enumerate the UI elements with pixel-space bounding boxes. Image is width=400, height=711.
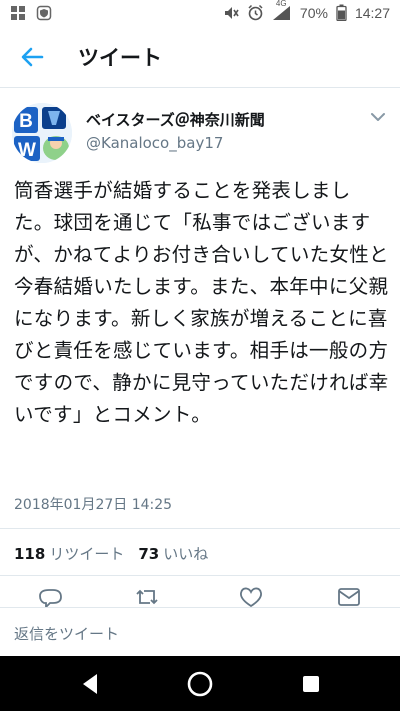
status-right: 4G 70% 14:27 [223, 0, 390, 21]
author-handle[interactable]: @Kanaloco_bay17 [86, 134, 223, 152]
clock: 14:27 [354, 4, 390, 21]
retweet-icon[interactable] [134, 587, 160, 607]
chevron-down-icon[interactable] [370, 111, 386, 123]
app-bar: ツイート [0, 27, 400, 88]
heart-icon[interactable] [238, 587, 264, 607]
grid-icon [11, 6, 25, 20]
tweet-timestamp: 2018年01月27日 14:25 [14, 497, 173, 513]
tweet-text: 筒香選手が結婚することを発表しました。球団を通じて「私事ではございますが、かねて… [14, 179, 389, 426]
nav-recents-icon[interactable] [296, 669, 326, 699]
retweet-stat[interactable]: 118 リツイート [14, 543, 124, 564]
avatar[interactable]: B W [12, 103, 72, 163]
signal-icon: 4G [272, 0, 292, 21]
nav-back-icon[interactable] [76, 669, 106, 699]
tweet-actions [0, 587, 400, 607]
system-nav-bar [0, 656, 400, 711]
retweet-count: 118 [14, 545, 46, 563]
page-title: ツイート [78, 46, 162, 70]
reply-input[interactable]: 返信をツイート [14, 623, 119, 644]
like-stat[interactable]: 73 いいね [138, 543, 208, 564]
tweet-author: B W ベイスターズ＠神奈川新聞 @Kanaloco_bay17 [0, 97, 400, 167]
message-icon[interactable] [336, 587, 362, 607]
divider [0, 528, 400, 529]
mute-icon [224, 6, 239, 19]
like-count: 73 [138, 545, 160, 563]
divider [0, 575, 400, 576]
avatar-letter-w: W [18, 140, 36, 161]
like-label: いいね [163, 545, 209, 563]
alarm-icon [248, 4, 263, 21]
retweet-label: リツイート [49, 545, 125, 563]
status-bar: 4G 70% 14:27 [0, 0, 400, 27]
battery-percent: 70% [299, 4, 328, 21]
battery-icon [336, 4, 347, 21]
status-left-icons [10, 5, 52, 21]
arrow-left-icon[interactable] [18, 43, 46, 71]
author-name[interactable]: ベイスターズ＠神奈川新聞 [86, 109, 265, 130]
tweet-stats: 118 リツイート 73 いいね [14, 543, 208, 564]
avatar-letter-b: B [19, 111, 33, 132]
reply-icon[interactable] [38, 587, 64, 607]
nav-home-icon[interactable] [185, 669, 215, 699]
divider [0, 607, 400, 608]
shield-icon [36, 5, 52, 21]
